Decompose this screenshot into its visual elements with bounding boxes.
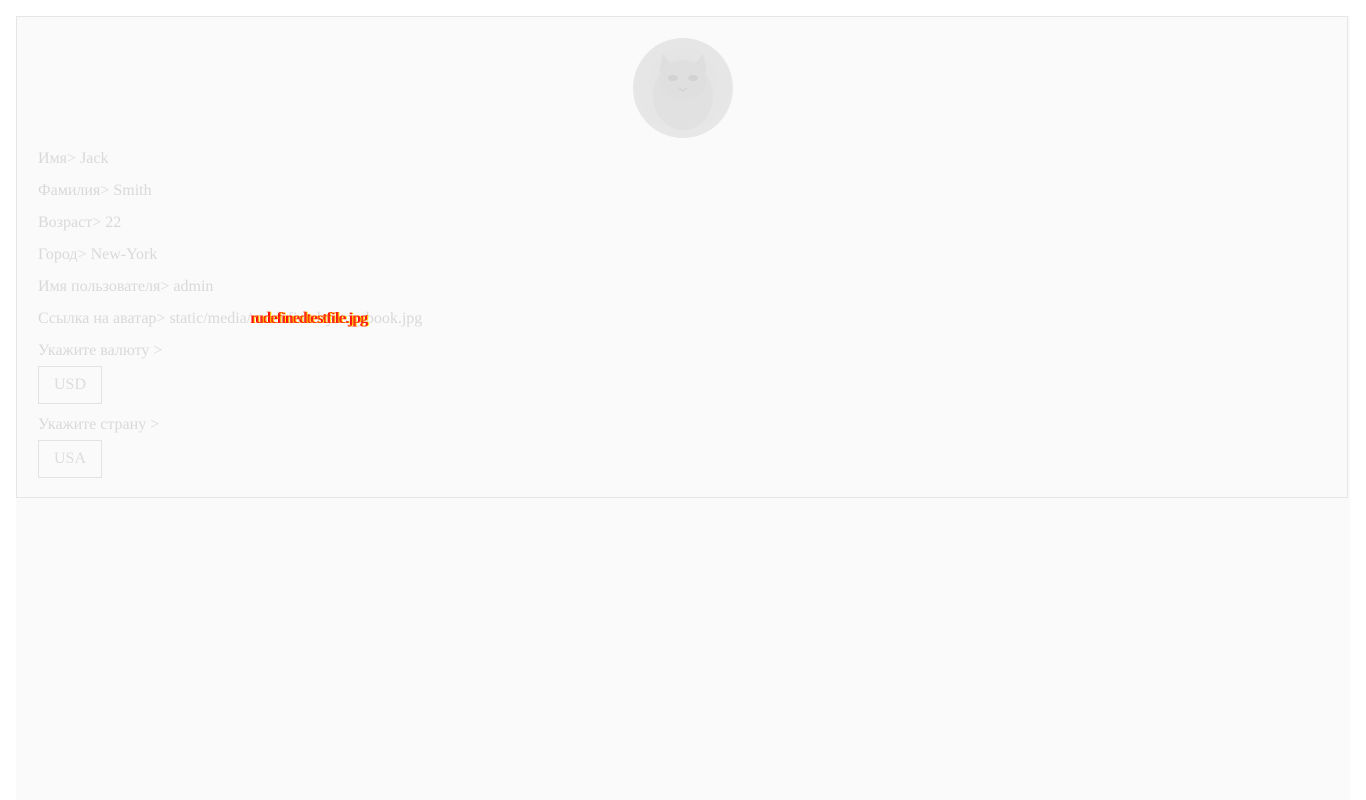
- city-value: New-York: [90, 246, 158, 263]
- surname-row: Фамилия> Smith: [38, 182, 152, 200]
- username-row: Имя пользователя> admin: [38, 278, 213, 296]
- age-label: Возраст: [38, 214, 93, 231]
- name-row: Имя> Jack: [38, 150, 109, 168]
- age-value: 22: [105, 214, 122, 231]
- surname-label: Фамилия: [38, 182, 101, 199]
- username-label: Имя пользователя: [38, 278, 161, 295]
- country-label: Укажите страну >: [38, 416, 160, 433]
- name-label: Имя: [38, 150, 68, 167]
- avatar: [633, 38, 733, 138]
- avatar-link-filename: rundefinedrystorybook.jpg rudefinedtestfi…: [251, 310, 422, 328]
- name-value: Jack: [80, 150, 109, 167]
- currency-label: Укажите валюту >: [38, 342, 163, 359]
- city-separator: >: [77, 246, 87, 263]
- age-row: Возраст> 22: [38, 214, 121, 232]
- avatar-link-row: Ссылка на аватар> static/media/rundefine…: [38, 310, 422, 328]
- avatar-link-label: Ссылка на аватар: [38, 310, 157, 327]
- avatar-link-separator: >: [156, 310, 166, 327]
- username-value: admin: [173, 278, 214, 295]
- city-row: Город> New-York: [38, 246, 157, 264]
- avatar-link-prefix: static/media/: [169, 310, 252, 327]
- city-label: Город: [38, 246, 78, 263]
- currency-select[interactable]: USD: [38, 366, 102, 404]
- name-separator: >: [67, 150, 77, 167]
- surname-separator: >: [100, 182, 110, 199]
- surname-value: Smith: [113, 182, 152, 199]
- username-separator: >: [160, 278, 170, 295]
- age-separator: >: [92, 214, 102, 231]
- avatar-link-glitch-overlay: rudefinedtestfile.jpg: [251, 310, 368, 327]
- cat-avatar-icon: [653, 54, 713, 130]
- profile-card: Имя> Jack Фамилия> Smith Возраст> 22 Гор…: [16, 16, 1348, 498]
- country-select[interactable]: USA: [38, 440, 102, 478]
